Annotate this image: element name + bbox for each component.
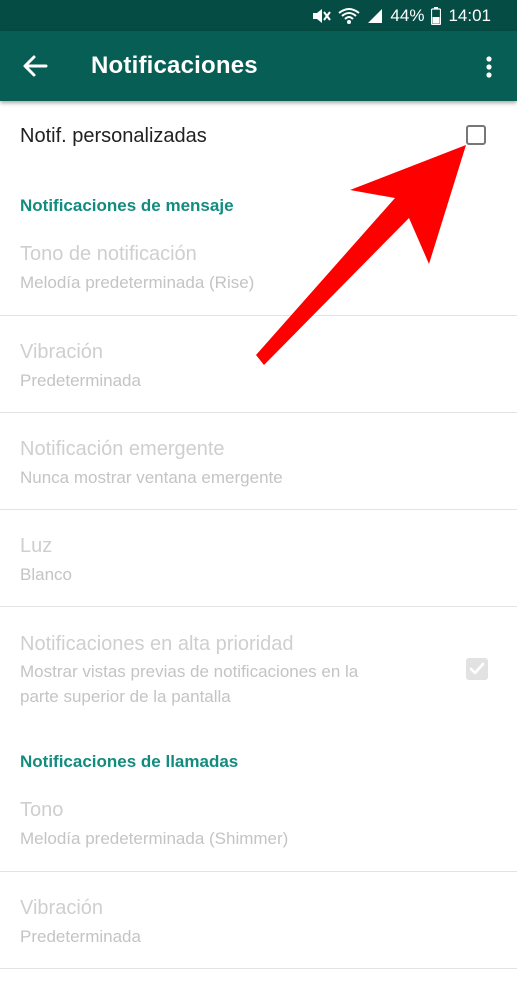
section-header-calls: Notificaciones de llamadas [20,752,239,771]
call-vibration-row[interactable]: Vibración Predeterminada [0,872,517,968]
more-vert-icon[interactable] [478,53,500,81]
call-tone-subtitle: Melodía predeterminada (Shimmer) [20,829,289,848]
notification-tone-row[interactable]: Tono de notificación Melodía predetermin… [0,229,517,315]
call-tone-row[interactable]: Tono Melodía predeterminada (Shimmer) [0,785,517,871]
popup-notification-subtitle: Nunca mostrar ventana emergente [20,468,283,487]
notification-tone-subtitle: Melodía predeterminada (Rise) [20,273,255,292]
divider [0,968,517,969]
custom-notifications-row[interactable]: Notif. personalizadas [0,101,517,171]
custom-notifications-checkbox[interactable] [466,125,486,145]
light-subtitle: Blanco [20,565,72,584]
custom-notifications-label: Notif. personalizadas [20,125,207,147]
high-priority-row[interactable]: Notificaciones en alta prioridad Mostrar… [0,607,517,717]
popup-notification-row[interactable]: Notificación emergente Nunca mostrar ven… [0,413,517,509]
high-priority-subtitle-line1: Mostrar vistas previas de notificaciones… [20,662,359,681]
vibration-row[interactable]: Vibración Predeterminada [0,316,517,412]
battery-icon [431,6,442,25]
mute-icon [311,7,332,25]
clock: 14:01 [448,5,491,25]
arrow-back-icon[interactable] [22,54,48,78]
call-vibration-title: Vibración [20,897,104,919]
wifi-icon [338,7,361,25]
battery-percentage: 44% [390,5,425,25]
app-bar: Notificaciones [0,31,517,101]
notification-tone-title: Tono de notificación [20,243,197,265]
high-priority-title: Notificaciones en alta prioridad [20,633,294,655]
call-vibration-subtitle: Predeterminada [20,927,141,946]
check-icon [469,662,485,675]
section-header-message: Notificaciones de mensaje [20,196,234,215]
status-bar: 44% 14:01 [0,0,517,31]
high-priority-subtitle-line2: parte superior de la pantalla [20,687,231,706]
high-priority-checkbox[interactable] [466,658,488,680]
light-title: Luz [20,535,53,557]
page-title: Notificaciones [91,52,258,79]
vibration-title: Vibración [20,341,104,363]
light-row[interactable]: Luz Blanco [0,510,517,606]
signal-icon [367,8,383,24]
vibration-subtitle: Predeterminada [20,371,141,390]
popup-notification-title: Notificación emergente [20,438,225,460]
call-tone-title: Tono [20,799,64,821]
